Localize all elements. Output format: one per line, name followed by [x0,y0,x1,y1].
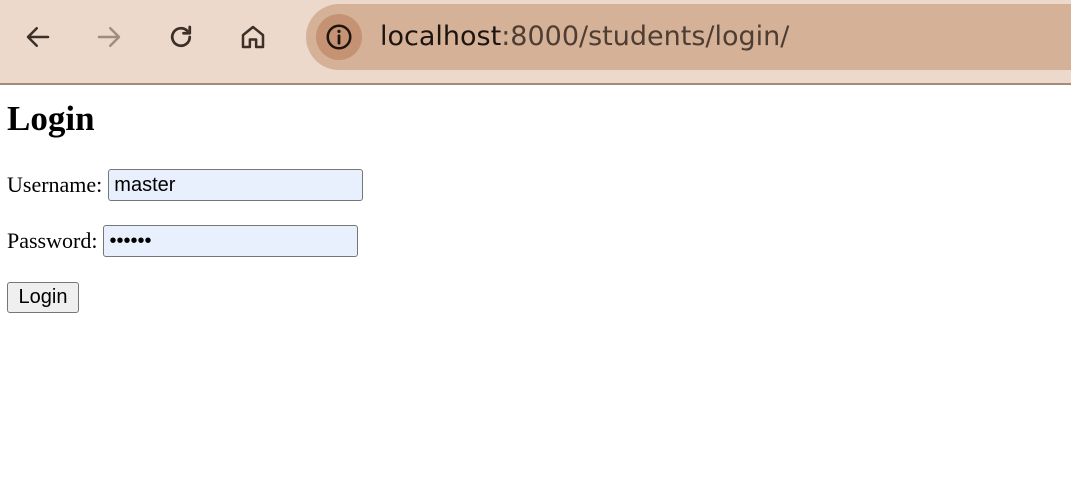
username-field[interactable] [108,169,364,201]
login-button[interactable]: Login [7,282,79,313]
browser-toolbar: localhost:8000/students/login/ [0,0,1071,85]
home-button[interactable] [232,16,274,58]
username-label: Username: [7,172,103,197]
address-bar[interactable]: localhost:8000/students/login/ [306,4,1071,70]
back-button[interactable] [17,16,59,58]
password-label: Password: [7,228,98,253]
info-icon [326,24,352,50]
url-path: :8000/students/login/ [501,21,790,52]
home-icon [241,25,265,49]
back-arrow-icon [26,27,50,47]
password-field[interactable] [103,225,359,257]
site-info-button[interactable] [316,14,362,60]
reload-icon [170,25,192,48]
url-text[interactable]: localhost:8000/students/login/ [380,18,789,56]
reload-button[interactable] [160,16,202,58]
forward-arrow-icon [97,27,121,47]
page-title: Login [7,99,95,138]
forward-button[interactable] [88,16,130,58]
password-row: Password: [7,225,359,257]
url-host: localhost [380,21,502,52]
username-row: Username: [7,169,364,201]
